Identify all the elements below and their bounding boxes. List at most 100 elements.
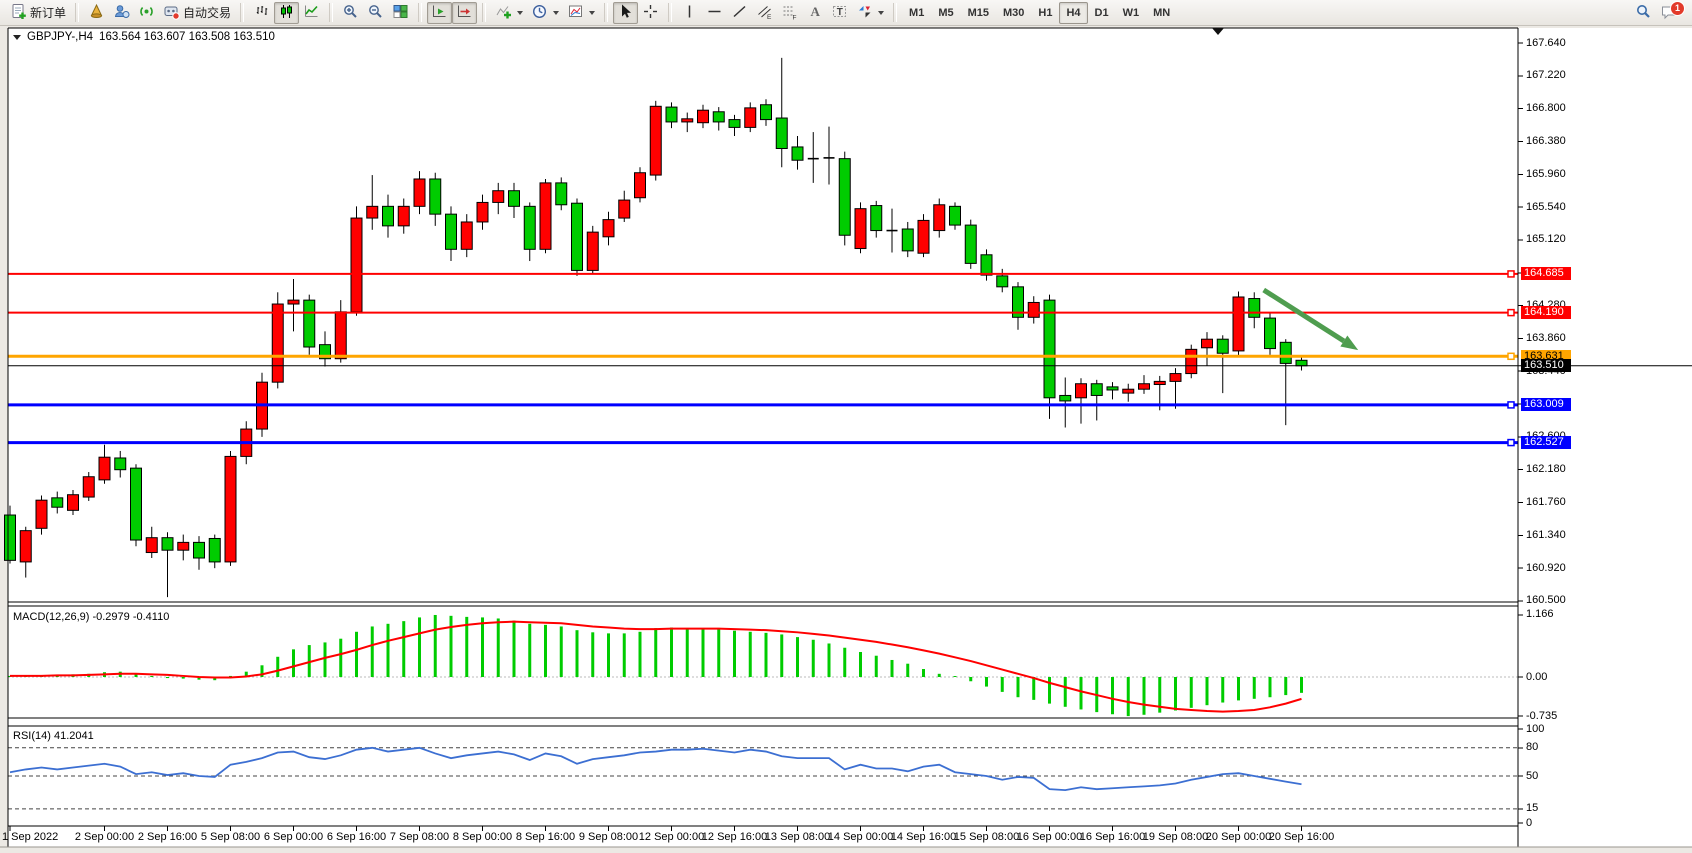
toolbar-separator (418, 3, 422, 22)
arrows-button[interactable] (852, 2, 888, 24)
chart-canvas[interactable] (0, 0, 1692, 853)
bar-chart-button[interactable] (249, 2, 274, 24)
signal-icon (138, 3, 155, 23)
hline-handle[interactable] (1508, 310, 1514, 316)
price-tick-label: 162.180 (1526, 463, 1566, 475)
candle-body (619, 200, 630, 218)
price-tick-label: 165.960 (1526, 168, 1566, 180)
chart-shift-marker[interactable] (1212, 28, 1224, 35)
candle-body (603, 220, 614, 237)
hline-handle[interactable] (1508, 353, 1514, 359)
period-button-H1[interactable]: H1 (1031, 2, 1059, 24)
news-button[interactable] (134, 2, 159, 24)
text-button[interactable]: A (802, 2, 827, 24)
price-badge-164.685: 164.685 (1521, 267, 1571, 280)
chat-button[interactable]: 1 (1656, 2, 1682, 24)
candle-body (83, 477, 94, 497)
candle-body (1123, 389, 1134, 393)
candle-body (5, 515, 16, 560)
new-order-label: 新订单 (30, 4, 66, 21)
zoom-in-button[interactable] (338, 2, 363, 24)
timeframes-clock-button[interactable] (527, 2, 563, 24)
arrows-icon (856, 3, 873, 23)
toolbar-separator (482, 3, 486, 22)
candle-body (1044, 300, 1055, 398)
period-button-M5[interactable]: M5 (931, 2, 960, 24)
candle-body (1296, 360, 1307, 365)
hline-handle[interactable] (1508, 402, 1514, 408)
price-tick-label: 167.220 (1526, 69, 1566, 81)
candle-body (398, 206, 409, 226)
rsi-line (10, 748, 1302, 790)
horizontal-line-button[interactable] (702, 2, 727, 24)
line-chart-icon (303, 3, 320, 23)
zoom-out-button[interactable] (363, 2, 388, 24)
chevron-down-icon (589, 11, 595, 15)
candle-body (997, 276, 1008, 287)
time-axis-label: 9 Sep 08:00 (579, 831, 638, 843)
candle-body (981, 255, 992, 275)
vertical-line-button[interactable] (677, 2, 702, 24)
profile-button[interactable] (109, 2, 134, 24)
trendline-button[interactable] (727, 2, 752, 24)
text-label-button[interactable]: T (827, 2, 852, 24)
templates-button[interactable] (563, 2, 599, 24)
chevron-down-icon (517, 11, 523, 15)
time-axis-label: 14 Sep 16:00 (891, 831, 956, 843)
rsi-tick-label: 100 (1526, 723, 1544, 735)
tile-windows-button[interactable] (388, 2, 413, 24)
channel-button[interactable]: E (752, 2, 777, 24)
candle-body (776, 118, 787, 148)
svg-text:E: E (767, 14, 772, 20)
cursor-button[interactable] (613, 2, 638, 24)
autotrade-icon (163, 3, 180, 23)
autotrade-button[interactable]: 自动交易 (159, 2, 235, 24)
chart-symbol-label[interactable]: GBPJPY-,H4 163.564 163.607 163.508 163.5… (13, 31, 275, 43)
candle-body (572, 203, 583, 270)
crosshair-button[interactable] (638, 2, 663, 24)
price-tick-label: 166.380 (1526, 135, 1566, 147)
period-button-MN[interactable]: MN (1146, 2, 1177, 24)
candle-body (194, 542, 205, 558)
notification-badge: 1 (1670, 1, 1685, 16)
period-button-M15[interactable]: M15 (961, 2, 996, 24)
zoom-in-icon (342, 3, 359, 23)
period-button-M1[interactable]: M1 (902, 2, 931, 24)
rsi-tick-label: 80 (1526, 741, 1538, 753)
period-button-W1[interactable]: W1 (1116, 2, 1147, 24)
candle-body (1233, 297, 1244, 351)
toolbar-separator (893, 3, 897, 22)
candle-body (430, 179, 441, 214)
time-axis-label: 1 Sep 2022 (2, 831, 58, 843)
candle-body (1154, 381, 1165, 384)
candle-body (682, 119, 693, 122)
period-button-M30[interactable]: M30 (996, 2, 1031, 24)
candle-body (745, 108, 756, 128)
fibonacci-button[interactable]: F (777, 2, 802, 24)
time-axis-label: 8 Sep 00:00 (453, 831, 512, 843)
time-axis-label: 15 Sep 08:00 (954, 831, 1019, 843)
time-axis-label: 2 Sep 00:00 (75, 831, 134, 843)
candle-body (855, 209, 866, 249)
autoscroll-button[interactable] (427, 2, 452, 24)
cone-icon (88, 3, 105, 23)
market-watch-button[interactable] (84, 2, 109, 24)
chart-borders (0, 28, 1692, 847)
candle-body (950, 206, 961, 225)
period-button-D1[interactable]: D1 (1088, 2, 1116, 24)
chart-shift-button[interactable] (452, 2, 477, 24)
indicators-button[interactable] (491, 2, 527, 24)
time-axis-label: 6 Sep 00:00 (264, 831, 323, 843)
hline-handle[interactable] (1508, 271, 1514, 277)
symbol-dropdown-icon[interactable] (13, 35, 21, 40)
candlestick-chart-button[interactable] (274, 2, 299, 24)
line-chart-button[interactable] (299, 2, 324, 24)
hline-handle[interactable] (1508, 440, 1514, 446)
price-tick-label: 161.340 (1526, 529, 1566, 541)
candle-body (146, 538, 157, 553)
candle-body (1107, 387, 1118, 390)
period-button-H4[interactable]: H4 (1059, 2, 1087, 24)
svg-text:A: A (811, 4, 821, 19)
search-button[interactable] (1631, 2, 1656, 24)
new-order-button[interactable]: 新订单 (6, 2, 70, 24)
